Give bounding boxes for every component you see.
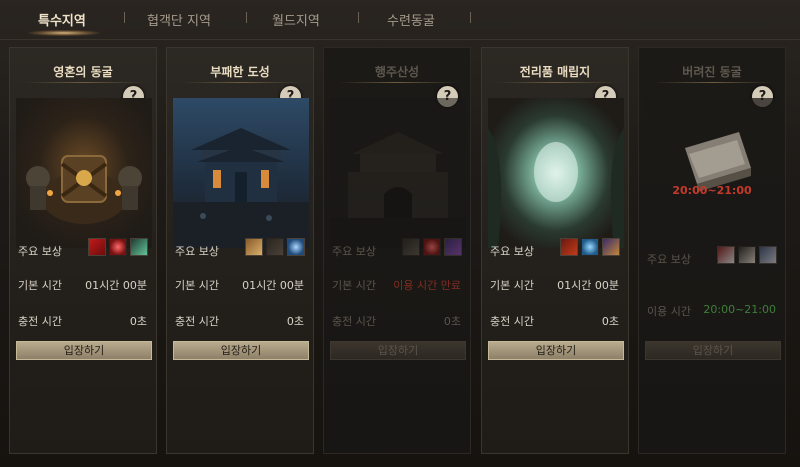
reward-icon-list xyxy=(717,246,777,264)
enter-button[interactable]: 입장하기 xyxy=(330,341,466,360)
dungeon-card-loot-landfill: 전리품 매립지 ? 주요 보상 기본 시간 01시간 00분 충전 시간 0초 … xyxy=(481,47,629,454)
dark-staff-icon[interactable] xyxy=(266,238,284,256)
enter-button[interactable]: 입장하기 xyxy=(488,341,624,360)
haengju-fortress-illustration xyxy=(330,98,466,248)
soul-cave-illustration xyxy=(16,98,152,248)
open-schedule: 20:00~21:00 xyxy=(672,184,752,197)
dungeon-card-abandoned-cave: 버려진 동굴 ? 20:00~21:00 주요 보상 이용 시간 20:00~2… xyxy=(638,47,786,454)
card-title: 영혼의 동굴 xyxy=(53,65,113,79)
reward-label: 주요 보상 xyxy=(647,253,691,266)
treasure-chest-icon[interactable] xyxy=(245,238,263,256)
charge-time-value: 0초 xyxy=(286,315,304,328)
green-sword-icon[interactable] xyxy=(130,238,148,256)
reward-icon-list xyxy=(402,238,462,256)
red-flask-icon[interactable] xyxy=(423,238,441,256)
purple-scroll-icon[interactable] xyxy=(444,238,462,256)
tab-special-region[interactable]: 특수지역 xyxy=(38,10,86,29)
charge-time-label: 충전 시간 xyxy=(490,315,534,328)
tab-separator xyxy=(358,12,359,23)
enter-button[interactable]: 입장하기 xyxy=(173,341,309,360)
reward-label: 주요 보상 xyxy=(490,245,534,258)
base-time-value: 01시간 00분 xyxy=(557,279,619,292)
tab-separator xyxy=(124,12,125,23)
tab-world-region[interactable]: 월드지역 xyxy=(272,10,320,29)
use-time-label: 이용 시간 xyxy=(647,305,691,318)
red-book-icon[interactable] xyxy=(88,238,106,256)
title-divider xyxy=(496,82,616,83)
time-expired-status: 이용 시간 만료 xyxy=(393,279,461,292)
reward-icon-list xyxy=(88,238,148,256)
blue-scroll-icon[interactable] xyxy=(759,246,777,264)
charge-time-value: 0초 xyxy=(129,315,147,328)
tab-separator xyxy=(470,12,471,23)
title-divider xyxy=(24,82,144,83)
tab-guild-region[interactable]: 협객단 지역 xyxy=(147,10,211,29)
charge-time-label: 충전 시간 xyxy=(175,315,219,328)
charge-time-label: 충전 시간 xyxy=(18,315,62,328)
base-time-value: 01시간 00분 xyxy=(242,279,304,292)
base-time-label: 기본 시간 xyxy=(18,279,62,292)
card-title: 버려진 동굴 xyxy=(682,65,742,79)
dungeon-card-soul-cave: 영혼의 동굴 ? 주요 보상 기본 시간 01시간 00분 충전 시간 0초 입… xyxy=(9,47,157,454)
dark-gear-icon[interactable] xyxy=(402,238,420,256)
card-title: 행주산성 xyxy=(374,65,420,79)
reward-label: 주요 보상 xyxy=(18,245,62,258)
dungeon-card-haengju-fortress: 행주산성 ? 주요 보상 기본 시간 이용 시간 만료 충전 시간 0초 입장하… xyxy=(323,47,471,454)
region-tab-bar: 특수지역 협객단 지역 월드지역 수련동굴 xyxy=(0,0,800,40)
red-crate-icon[interactable] xyxy=(560,238,578,256)
base-time-label: 기본 시간 xyxy=(175,279,219,292)
title-divider xyxy=(653,82,773,83)
corrupted-city-illustration xyxy=(173,98,309,248)
active-tab-glow xyxy=(28,30,100,36)
red-flask-icon[interactable] xyxy=(109,238,127,256)
loot-landfill-illustration xyxy=(488,98,624,248)
tab-separator xyxy=(246,12,247,23)
card-title: 전리품 매립지 xyxy=(519,65,591,79)
enter-button[interactable]: 입장하기 xyxy=(645,341,781,360)
reward-label: 주요 보상 xyxy=(332,245,376,258)
blue-potion-icon[interactable] xyxy=(581,238,599,256)
base-time-label: 기본 시간 xyxy=(332,279,376,292)
title-divider xyxy=(181,82,301,83)
reward-icon-list xyxy=(560,238,620,256)
abandoned-cave-illustration xyxy=(645,98,781,248)
tab-training-cave[interactable]: 수련동굴 xyxy=(387,10,435,29)
charge-time-value: 0초 xyxy=(601,315,619,328)
paper-fan-icon[interactable] xyxy=(738,246,756,264)
purple-chest-icon[interactable] xyxy=(602,238,620,256)
card-title: 부패한 도성 xyxy=(210,65,270,79)
charge-time-label: 충전 시간 xyxy=(332,315,376,328)
red-blade-icon[interactable] xyxy=(717,246,735,264)
reward-label: 주요 보상 xyxy=(175,245,219,258)
title-divider xyxy=(338,82,458,83)
dungeon-card-corrupted-city: 부패한 도성 ? 주요 보상 기본 시간 01시간 00분 충전 시간 0초 입… xyxy=(166,47,314,454)
base-time-value: 01시간 00분 xyxy=(85,279,147,292)
charge-time-value: 0초 xyxy=(443,315,461,328)
reward-icon-list xyxy=(245,238,305,256)
use-time-value: 20:00~21:00 xyxy=(703,303,776,316)
enter-button[interactable]: 입장하기 xyxy=(16,341,152,360)
base-time-label: 기본 시간 xyxy=(490,279,534,292)
blue-orb-icon[interactable] xyxy=(287,238,305,256)
